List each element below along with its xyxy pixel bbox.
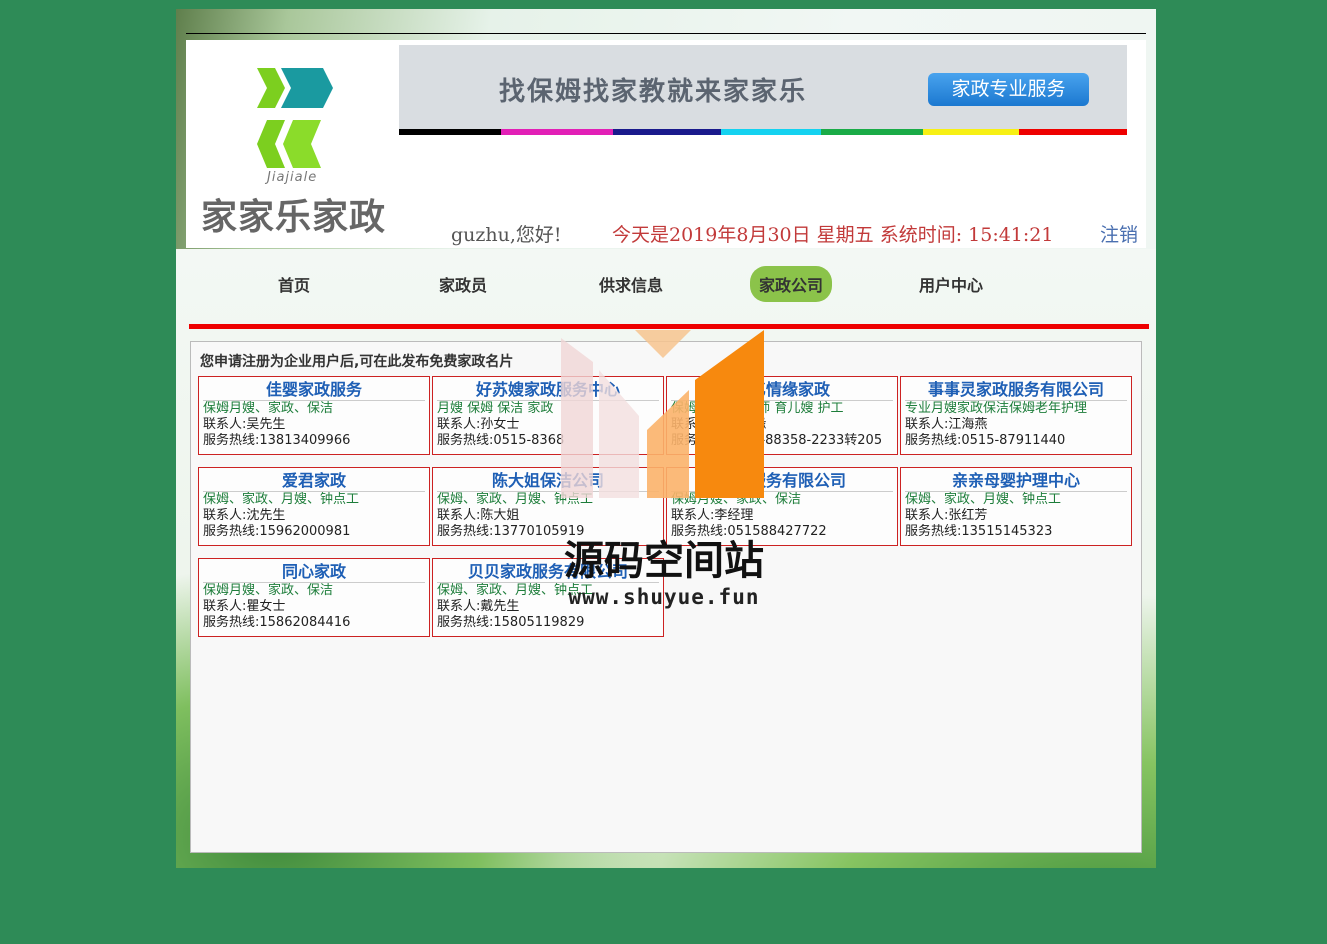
company-name[interactable]: 爱君家政: [203, 471, 425, 492]
nav-divider: [189, 324, 1149, 329]
company-name[interactable]: 佳婴家政服务: [203, 380, 425, 401]
color-strip-segment: [923, 129, 1019, 135]
company-contact: 联系人:江海燕: [905, 417, 988, 432]
company-card: 贝贝家政服务有限公司 保姆、家政、月嫂、钟点工 联系人:戴先生 服务热线:158…: [432, 558, 664, 637]
company-contact: 联系人:吴先生: [203, 417, 286, 432]
company-card: 佳婴家政服务 保姆月嫂、家政、保洁 联系人:吴先生 服务热线:138134099…: [198, 376, 430, 455]
banner-service-button[interactable]: 家政专业服务: [928, 73, 1089, 106]
nav-item-companies[interactable]: 家政公司: [750, 266, 833, 302]
color-strip-segment: [821, 129, 923, 135]
banner-color-strip: [399, 129, 1127, 135]
company-services: 保姆、家政、月嫂、钟点工: [203, 492, 360, 507]
company-name[interactable]: 事事灵家政服务有限公司: [905, 380, 1127, 401]
color-strip-segment: [721, 129, 821, 135]
logout-link[interactable]: 注销: [1100, 220, 1138, 247]
color-strip-segment: [613, 129, 721, 135]
company-list-panel: 您申请注册为企业用户后,可在此发布免费家政名片 佳婴家政服务 保姆月嫂、家政、保…: [190, 341, 1142, 853]
nav-item-housekeepers[interactable]: 家政员: [439, 272, 487, 296]
company-phone: 服务热线:0515-87911440: [905, 433, 1066, 448]
company-name[interactable]: 亲亲母婴护理中心: [905, 471, 1127, 492]
color-strip-segment: [399, 129, 501, 135]
company-phone: 服务热线:0515-8368: [437, 433, 565, 448]
company-contact: 联系人:陈大姐: [437, 508, 520, 523]
company-name[interactable]: 家政服务有限公司: [671, 471, 893, 492]
company-name[interactable]: 好苏嫂家政服务中心: [437, 380, 659, 401]
company-services: 保姆月嫂、家政、保洁: [203, 583, 334, 598]
company-contact: 联系人:张红芳: [905, 508, 988, 523]
logo-icon: [257, 68, 333, 168]
user-greeting: guzhu,您好!: [451, 224, 562, 246]
register-notice: 您申请注册为企业用户后,可在此发布免费家政名片: [200, 354, 514, 370]
nav-item-home[interactable]: 首页: [278, 272, 310, 296]
color-strip-segment: [1019, 129, 1127, 135]
user-bar: guzhu,您好! 今天是2019年8月30日 星期五 系统时间: 15:41:…: [186, 216, 1146, 246]
company-card: 创亿情缘家政 保姆 月嫂 早教师 育儿嫂 护工 联系人:创亿情缘 服务热线:05…: [666, 376, 898, 455]
company-phone: 服务热线:13515145323: [905, 524, 1053, 539]
company-name[interactable]: 创亿情缘家政: [671, 380, 893, 401]
company-contact: 联系人:瞿女士: [203, 599, 286, 614]
company-phone: 服务热线:15805119829: [437, 615, 585, 630]
banner-slogan: 找保姆找家教就来家家乐: [499, 77, 808, 107]
company-services: 保姆、家政、月嫂、钟点工: [905, 492, 1062, 507]
company-contact: 联系人:沈先生: [203, 508, 286, 523]
company-name[interactable]: 同心家政: [203, 562, 425, 583]
company-card: 同心家政 保姆月嫂、家政、保洁 联系人:瞿女士 服务热线:15862084416: [198, 558, 430, 637]
company-card: 好苏嫂家政服务中心 月嫂 保姆 保洁 家政 联系人:孙女士 服务热线:0515-…: [432, 376, 664, 455]
main-nav: 首页 家政员 供求信息 家政公司 用户中心: [176, 266, 1156, 307]
company-card: 亲亲母婴护理中心 保姆、家政、月嫂、钟点工 联系人:张红芳 服务热线:13515…: [900, 467, 1132, 546]
nav-item-supply-demand[interactable]: 供求信息: [599, 272, 663, 296]
company-phone: 服务热线:13770105919: [437, 524, 585, 539]
company-card: 爱君家政 保姆、家政、月嫂、钟点工 联系人:沈先生 服务热线:159620009…: [198, 467, 430, 546]
company-card: 陈大姐保洁公司 保姆、家政、月嫂、钟点工 联系人:陈大姐 服务热线:137701…: [432, 467, 664, 546]
banner: 找保姆找家教就来家家乐 家政专业服务: [399, 45, 1127, 135]
logo-subtitle: Jiajiale: [267, 170, 318, 185]
company-name[interactable]: 贝贝家政服务有限公司: [437, 562, 659, 583]
color-strip-segment: [501, 129, 613, 135]
page-frame: Jiajiale 家家乐家政 找保姆找家教就来家家乐 家政专业服务 guzhu,…: [176, 9, 1156, 868]
company-card: 家政服务有限公司 保姆月嫂、家政、保洁 联系人:李经理 服务热线:0515884…: [666, 467, 898, 546]
nav-item-user-center[interactable]: 用户中心: [919, 272, 983, 296]
company-services: 保姆月嫂、家政、保洁: [671, 492, 802, 507]
company-services: 保姆 月嫂 早教师 育儿嫂 护工: [671, 401, 844, 416]
company-phone: 服务热线:15962000981: [203, 524, 351, 539]
company-services: 专业月嫂家政保洁保姆老年护理: [905, 401, 1088, 416]
company-phone: 服务热线:13813409966: [203, 433, 351, 448]
system-time: 今天是2019年8月30日 星期五 系统时间: 15:41:21: [612, 224, 1054, 246]
header: Jiajiale 家家乐家政 找保姆找家教就来家家乐 家政专业服务 guzhu,…: [186, 40, 1146, 248]
company-phone: 服务热线:0515-88358-2233转205: [671, 433, 883, 448]
company-phone: 服务热线:051588427722: [671, 524, 827, 539]
company-contact: 联系人:创亿情缘: [671, 417, 767, 432]
company-services: 保姆、家政、月嫂、钟点工: [437, 492, 594, 507]
company-contact: 联系人:戴先生: [437, 599, 520, 614]
company-services: 保姆月嫂、家政、保洁: [203, 401, 334, 416]
top-divider: [186, 33, 1146, 34]
company-services: 保姆、家政、月嫂、钟点工: [437, 583, 594, 598]
company-card: 事事灵家政服务有限公司 专业月嫂家政保洁保姆老年护理 联系人:江海燕 服务热线:…: [900, 376, 1132, 455]
company-phone: 服务热线:15862084416: [203, 615, 351, 630]
company-services: 月嫂 保姆 保洁 家政: [437, 401, 554, 416]
company-name[interactable]: 陈大姐保洁公司: [437, 471, 659, 492]
company-contact: 联系人:李经理: [671, 508, 754, 523]
company-contact: 联系人:孙女士: [437, 417, 520, 432]
